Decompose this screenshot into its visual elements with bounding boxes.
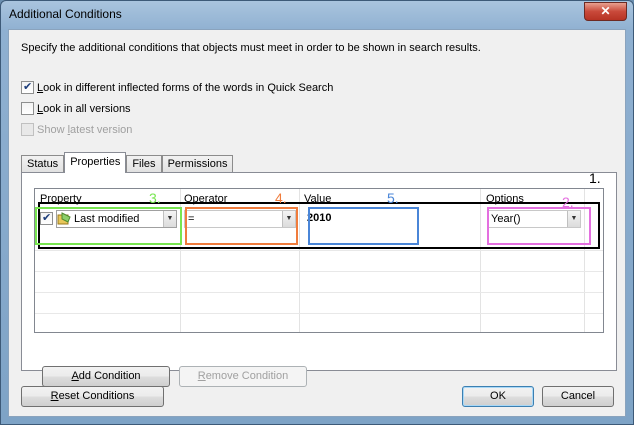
option-latest-version: Show latest version (21, 123, 132, 136)
latest-version-label: Show latest version (37, 123, 133, 136)
annotation-label-2: 2. (562, 194, 574, 210)
title-bar[interactable]: Additional Conditions ✕ (1, 1, 633, 29)
ok-button[interactable]: OK (462, 386, 534, 407)
annotation-box-2 (487, 207, 591, 245)
cancel-button[interactable]: Cancel (542, 386, 614, 407)
conditions-grid: Property Operator Value Options Last mod… (34, 188, 604, 333)
annotation-label-3: 3. (149, 190, 161, 206)
annotation-label-4: 4. (275, 190, 287, 206)
additional-conditions-dialog: Additional Conditions ✕ Specify the addi… (0, 0, 634, 425)
row-divider (35, 271, 603, 272)
annotation-box-3 (35, 207, 182, 245)
tab-status[interactable]: Status (21, 155, 65, 173)
properties-panel: Property Operator Value Options Last mod… (21, 170, 617, 387)
instruction-text: Specify the additional conditions that o… (21, 42, 481, 54)
all-versions-label: Look in all versions (37, 102, 131, 115)
close-button[interactable]: ✕ (584, 2, 627, 21)
remove-condition-button: Remove Condition (179, 366, 307, 387)
window-title: Additional Conditions (9, 7, 122, 21)
option-all-versions[interactable]: Look in all versions (21, 102, 131, 115)
row-divider (35, 313, 603, 314)
all-versions-checkbox[interactable] (21, 102, 34, 115)
annotation-label-1: 1. (589, 170, 601, 186)
row-divider (35, 250, 603, 251)
reset-conditions-button[interactable]: Reset Conditions (21, 386, 164, 407)
annotation-box-5 (308, 207, 419, 245)
tab-files[interactable]: Files (126, 155, 162, 173)
latest-version-checkbox (21, 123, 34, 136)
tab-strip: Status Properties Files Permissions (21, 152, 234, 173)
inflected-forms-label: Look in different inflected forms of the… (37, 81, 334, 94)
inflected-forms-checkbox[interactable] (21, 80, 34, 94)
option-inflected-forms[interactable]: Look in different inflected forms of the… (21, 80, 334, 94)
annotation-label-5: 5. (387, 190, 399, 206)
annotation-box-4 (185, 207, 298, 245)
close-icon: ✕ (600, 4, 611, 18)
dialog-body: Specify the additional conditions that o… (8, 29, 626, 417)
row-divider (35, 292, 603, 293)
add-condition-button[interactable]: Add Condition (42, 366, 170, 387)
tab-permissions[interactable]: Permissions (161, 155, 234, 173)
tab-properties[interactable]: Properties (64, 152, 127, 173)
